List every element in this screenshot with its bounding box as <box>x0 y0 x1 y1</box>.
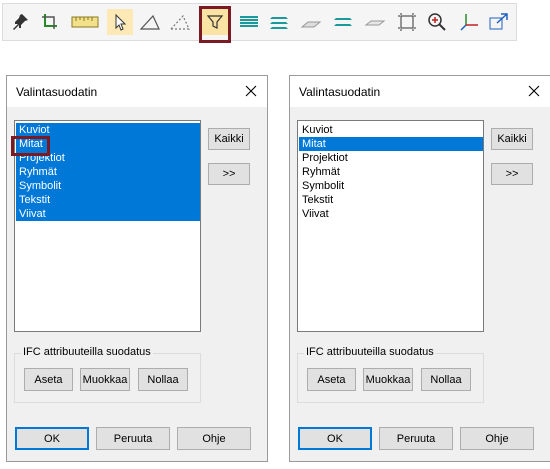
axes-icon[interactable] <box>456 9 482 35</box>
crop-icon[interactable] <box>37 9 63 35</box>
layers-icon[interactable] <box>236 9 262 35</box>
layers-stack-icon[interactable] <box>266 9 292 35</box>
dialog-title: Valintasuodatin <box>299 85 381 99</box>
list-item[interactable]: Ryhmät <box>299 165 483 179</box>
ok-button[interactable]: OK <box>15 427 89 450</box>
ifc-set-button[interactable]: Aseta <box>307 368 356 391</box>
dialog-titlebar: Valintasuodatin <box>290 76 550 107</box>
ifc-filter-label: IFC attribuuteilla suodatus <box>21 346 153 358</box>
plane-icon[interactable] <box>298 9 324 35</box>
frame-icon[interactable] <box>394 9 420 35</box>
ruler-icon[interactable] <box>69 9 101 35</box>
layers-split-icon[interactable] <box>330 9 356 35</box>
ok-button[interactable]: OK <box>298 427 372 450</box>
more-button[interactable]: >> <box>491 163 533 185</box>
triangle-icon[interactable] <box>137 9 163 35</box>
toolbar <box>2 3 517 43</box>
list-item[interactable]: Symbolit <box>299 179 483 193</box>
toolbar-highlight <box>199 6 231 43</box>
select-all-button[interactable]: Kaikki <box>208 128 250 150</box>
list-item[interactable]: Viivat <box>299 207 483 221</box>
ifc-edit-button[interactable]: Muokkaa <box>80 368 130 391</box>
close-icon[interactable] <box>242 82 260 100</box>
select-all-button[interactable]: Kaikki <box>491 128 533 150</box>
list-item[interactable]: Tekstit <box>299 193 483 207</box>
dashed-triangle-icon[interactable] <box>167 9 193 35</box>
list-item[interactable]: Viivat <box>16 207 200 221</box>
ifc-filter-label: IFC attribuuteilla suodatus <box>304 346 436 358</box>
category-list[interactable]: Kuviot Mitat Projektiot Ryhmät Symbolit … <box>297 120 484 332</box>
list-item[interactable]: Symbolit <box>16 179 200 193</box>
cancel-button[interactable]: Peruuta <box>379 427 453 450</box>
share-window-icon[interactable] <box>486 9 512 35</box>
list-item[interactable]: Ryhmät <box>16 165 200 179</box>
list-item-highlight <box>11 136 50 156</box>
more-button[interactable]: >> <box>208 163 250 185</box>
ifc-edit-button[interactable]: Muokkaa <box>363 368 413 391</box>
ifc-reset-button[interactable]: Nollaa <box>421 368 471 391</box>
filter-dialog-right: Valintasuodatin Kuviot Mitat Projektiot … <box>289 75 550 462</box>
close-icon[interactable] <box>525 82 543 100</box>
cancel-button[interactable]: Peruuta <box>96 427 170 450</box>
help-button[interactable]: Ohje <box>177 427 251 450</box>
dialog-titlebar: Valintasuodatin <box>7 76 267 107</box>
list-item[interactable]: Kuviot <box>16 123 200 137</box>
pin-icon[interactable] <box>7 9 33 35</box>
list-item[interactable]: Tekstit <box>16 193 200 207</box>
filter-dialog-left: Valintasuodatin Kuviot Mitat Projektiot … <box>6 75 268 462</box>
list-item[interactable]: Kuviot <box>299 123 483 137</box>
pointer-icon[interactable] <box>107 9 133 35</box>
help-button[interactable]: Ohje <box>460 427 534 450</box>
list-item[interactable]: Projektiot <box>299 151 483 165</box>
flat-plane-icon[interactable] <box>362 9 388 35</box>
zoom-in-icon[interactable] <box>424 9 450 35</box>
ifc-reset-button[interactable]: Nollaa <box>138 368 188 391</box>
ifc-set-button[interactable]: Aseta <box>24 368 73 391</box>
list-item[interactable]: Mitat <box>299 137 483 151</box>
dialog-title: Valintasuodatin <box>16 85 98 99</box>
